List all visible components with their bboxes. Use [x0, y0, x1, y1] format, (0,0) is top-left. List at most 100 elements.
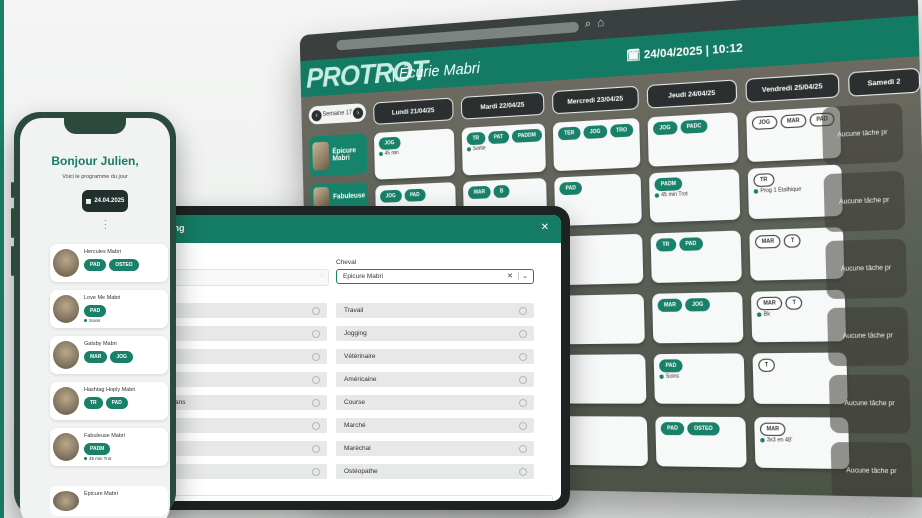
empty-day-cell[interactable]: Aucune tâche pr — [830, 441, 913, 498]
task-option[interactable]: Vétérinaire — [336, 349, 534, 364]
radio-icon[interactable] — [312, 445, 320, 453]
radio-icon[interactable] — [312, 307, 320, 315]
horse-row-header[interactable]: Épicure Mabri — [309, 133, 368, 177]
task-tag[interactable]: PAD — [404, 188, 426, 202]
task-tag[interactable]: T — [784, 234, 802, 248]
horse-card[interactable]: Fabuleuse Mabri PADM 45 min Trot — [50, 428, 168, 466]
task-tag[interactable]: PAD — [84, 305, 107, 317]
task-option[interactable]: Travail — [336, 303, 534, 318]
close-icon[interactable]: ✕ — [541, 222, 549, 233]
empty-day-cell[interactable]: Aucune tâche pr — [825, 238, 908, 300]
home-icon[interactable]: ⌂ — [597, 16, 604, 29]
task-tag[interactable]: PADDM — [511, 128, 543, 143]
task-option[interactable]: Marché — [336, 418, 534, 433]
task-tag[interactable]: TRO — [609, 123, 634, 138]
radio-icon[interactable] — [519, 445, 527, 453]
radio-icon[interactable] — [519, 399, 527, 407]
task-tag[interactable]: PAD — [559, 181, 583, 196]
day-header[interactable]: Vendredi 25/04/25 — [745, 72, 840, 103]
task-tag[interactable]: TR — [655, 238, 677, 252]
task-tag[interactable]: MAR — [657, 298, 683, 312]
radio-icon[interactable] — [519, 376, 527, 384]
task-tag[interactable]: TER — [557, 126, 581, 141]
task-tag[interactable]: TR — [753, 173, 775, 188]
prev-week-icon[interactable]: ‹ — [311, 109, 322, 122]
task-tag[interactable]: MAR — [754, 234, 782, 249]
radio-icon[interactable] — [519, 422, 527, 430]
more-icon[interactable]: · · · — [104, 217, 107, 233]
task-option[interactable]: ans — [167, 395, 327, 410]
task-option[interactable]: Ostéopathe — [336, 464, 534, 479]
task-cell[interactable] — [557, 293, 645, 345]
task-option[interactable] — [167, 418, 327, 433]
radio-icon[interactable] — [519, 330, 527, 338]
radio-icon[interactable] — [519, 468, 527, 476]
task-tag[interactable]: T — [758, 358, 776, 372]
day-header[interactable]: Jeudi 24/04/25 — [646, 79, 738, 109]
task-option[interactable]: Course — [336, 395, 534, 410]
task-tag[interactable]: MAR — [779, 113, 807, 129]
date-picker[interactable]: ▦ 24.04.2025 — [82, 190, 128, 212]
day-header[interactable]: Lundi 21/04/25 — [373, 97, 454, 125]
task-cell[interactable]: TR PAT PADDM Sortie — [461, 123, 546, 176]
radio-icon[interactable] — [519, 353, 527, 361]
task-tag[interactable]: PAD — [660, 422, 685, 436]
task-tag[interactable]: MAR — [84, 351, 108, 363]
task-tag[interactable]: MAR — [759, 422, 787, 437]
task-tag[interactable]: TR — [84, 397, 103, 409]
empty-day-cell[interactable]: Aucune tâche pr — [823, 170, 906, 233]
task-tag[interactable]: TR — [466, 131, 486, 146]
horse-card[interactable]: Hercules Mabri PAD OSTEO — [50, 244, 168, 282]
task-tag[interactable]: T — [785, 296, 803, 310]
task-option[interactable] — [167, 349, 327, 364]
radio-icon[interactable] — [312, 376, 320, 384]
task-tag[interactable]: JOG — [652, 121, 678, 136]
next-week-icon[interactable]: › — [352, 106, 364, 119]
horse-card[interactable]: Épicure Mabri — [50, 486, 168, 516]
task-cell[interactable]: PAD OSTEO — [655, 416, 747, 468]
chevron-down-icon[interactable]: ⌄ — [518, 272, 528, 280]
task-tag[interactable]: JOG — [685, 298, 711, 312]
day-header[interactable]: Samedi 2 — [848, 67, 921, 97]
day-header[interactable]: Mercredi 23/04/25 — [551, 85, 639, 115]
task-tag[interactable]: OSTEO — [687, 422, 720, 436]
clear-icon[interactable]: ✕ — [507, 272, 513, 280]
radio-icon[interactable] — [312, 399, 320, 407]
task-tag[interactable]: B — [493, 184, 510, 199]
notes-field[interactable] — [167, 495, 553, 501]
task-option[interactable] — [167, 303, 327, 318]
task-option[interactable]: Américaine — [336, 372, 534, 387]
task-tag[interactable]: PAD — [659, 359, 683, 373]
task-option[interactable] — [167, 372, 327, 387]
task-cell[interactable]: JOG PADC — [647, 112, 739, 167]
radio-icon[interactable] — [312, 353, 320, 361]
day-header[interactable]: Mardi 22/04/25 — [460, 91, 545, 120]
empty-day-cell[interactable]: Aucune tâche pr — [821, 102, 904, 166]
task-option[interactable]: Maréchal — [336, 441, 534, 456]
radio-icon[interactable] — [312, 422, 320, 430]
empty-day-cell[interactable]: Aucune tâche pr — [828, 374, 911, 434]
task-cell[interactable]: MAR JOG — [652, 291, 744, 344]
task-option[interactable]: Jogging — [336, 326, 534, 341]
task-option[interactable] — [167, 464, 327, 479]
horse-card[interactable]: Gatsby Mabri MAR JOG — [50, 336, 168, 374]
empty-day-cell[interactable]: Aucune tâche pr — [827, 306, 909, 367]
horse-select[interactable]: Epicure Mabri ✕ ⌄ — [336, 269, 534, 284]
task-tag[interactable]: JOG — [751, 115, 778, 131]
task-tag[interactable]: PAD — [84, 259, 107, 271]
task-cell[interactable]: JOG 45 min — [373, 128, 456, 180]
radio-icon[interactable] — [312, 330, 320, 338]
radio-icon[interactable] — [519, 307, 527, 315]
task-tag[interactable]: PAD — [678, 237, 703, 251]
task-option[interactable] — [167, 441, 327, 456]
task-tag[interactable]: JOG — [378, 136, 401, 151]
task-cell[interactable] — [560, 416, 649, 467]
task-tag[interactable]: PAD — [105, 397, 128, 409]
search-icon[interactable]: ⌕ — [585, 17, 592, 31]
task-tag[interactable]: MAR — [467, 185, 492, 200]
task-cell[interactable]: TR PAD — [650, 230, 742, 284]
radio-icon[interactable] — [312, 468, 320, 476]
task-cell[interactable]: TER JOG TRO — [552, 117, 641, 172]
task-tag[interactable]: PADC — [680, 119, 708, 134]
task-tag[interactable]: JOG — [379, 189, 402, 203]
